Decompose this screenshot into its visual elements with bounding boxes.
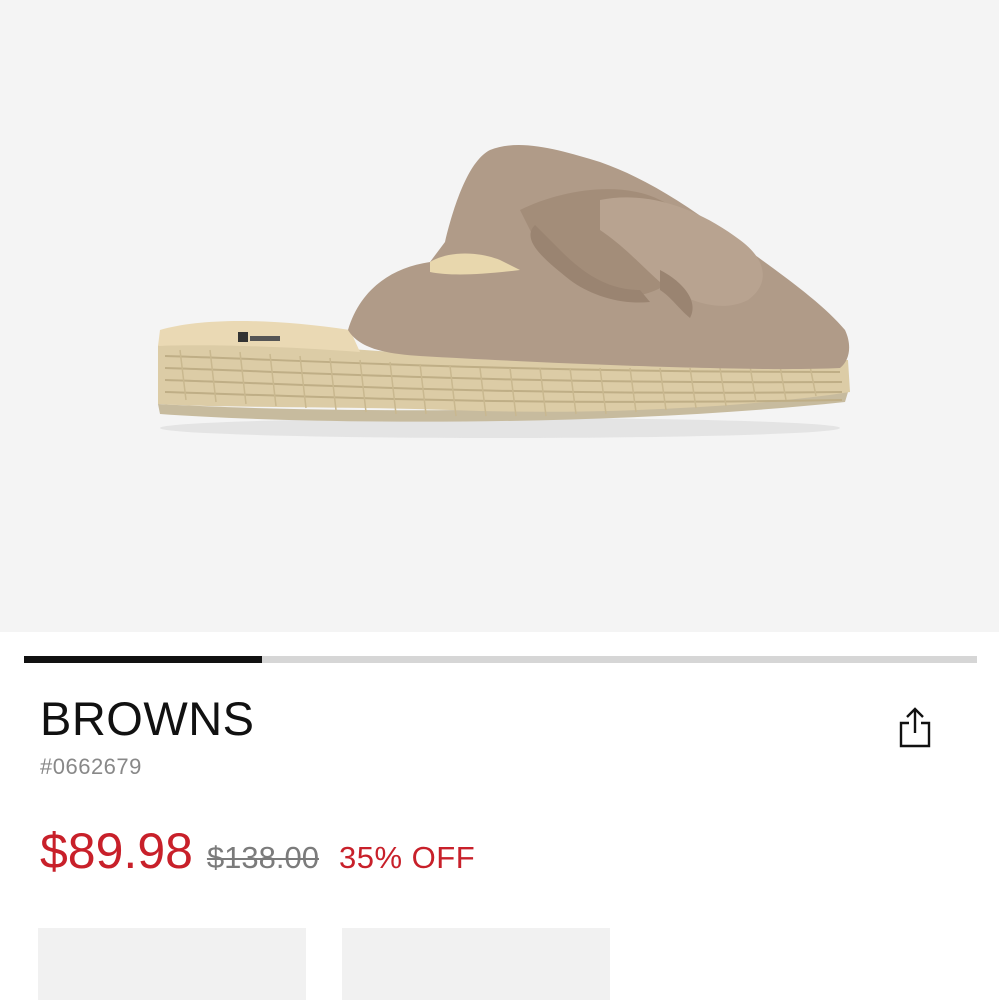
option-tile[interactable] — [342, 928, 610, 1000]
product-brand: BROWNS — [40, 692, 255, 745]
price-row: $89.98 $138.00 35% OFF — [40, 822, 475, 880]
share-button[interactable] — [893, 703, 937, 751]
product-image — [158, 145, 850, 438]
discount-label: 35% OFF — [339, 840, 476, 875]
image-carousel-progress — [24, 656, 977, 663]
product-image-area[interactable] — [0, 0, 999, 632]
product-sku: #0662679 — [40, 754, 142, 779]
share-icon — [899, 707, 931, 748]
sale-price: $89.98 — [40, 823, 193, 879]
original-price: $138.00 — [206, 840, 319, 875]
progress-fill — [24, 656, 263, 663]
option-tile[interactable] — [38, 928, 306, 1000]
